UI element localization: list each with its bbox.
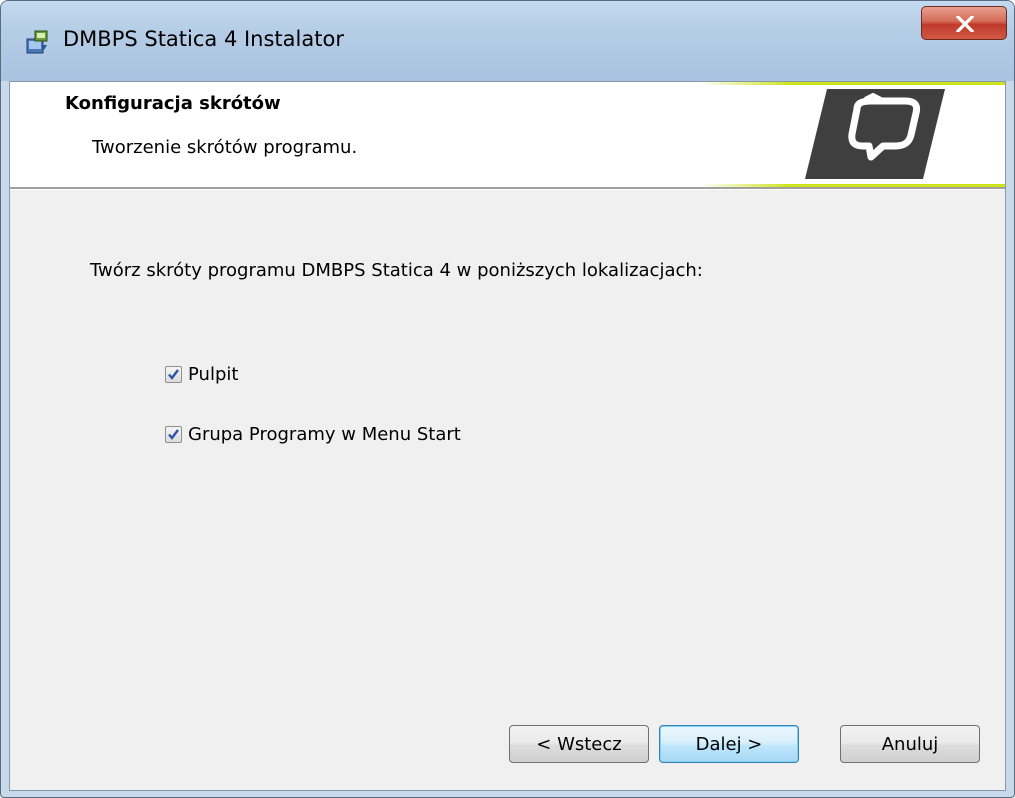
title-bar[interactable]: DMBPS Statica 4 Instalator bbox=[1, 1, 1014, 81]
banner-accent-line-top bbox=[700, 82, 1005, 85]
next-button[interactable]: Dalej > bbox=[659, 725, 799, 763]
option-start-menu[interactable]: Grupa Programy w Menu Start bbox=[165, 422, 461, 446]
checkmark-icon bbox=[168, 368, 179, 380]
instruction-text: Twórz skróty programu DMBPS Statica 4 w … bbox=[90, 260, 703, 281]
page-title: Konfiguracja skrótów bbox=[65, 93, 281, 114]
installer-icon bbox=[25, 29, 51, 55]
dialog-client-area: Konfiguracja skrótów Tworzenie skrótów p… bbox=[9, 81, 1006, 791]
speech-bubble-logo bbox=[805, 89, 945, 179]
back-button[interactable]: < Wstecz bbox=[509, 725, 649, 763]
cancel-button[interactable]: Anuluj bbox=[840, 725, 980, 763]
checkmark-icon bbox=[168, 428, 179, 440]
installer-window: DMBPS Statica 4 Instalator Konfiguracja … bbox=[0, 0, 1015, 798]
close-icon bbox=[956, 16, 974, 32]
desktop-checkbox-label[interactable]: Pulpit bbox=[188, 364, 238, 385]
page-subtitle: Tworzenie skrótów programu. bbox=[92, 137, 358, 158]
desktop-checkbox[interactable] bbox=[165, 365, 182, 383]
close-button[interactable] bbox=[921, 6, 1007, 40]
start-menu-checkbox-label[interactable]: Grupa Programy w Menu Start bbox=[188, 424, 461, 445]
window-title: DMBPS Statica 4 Instalator bbox=[63, 27, 344, 51]
header-separator bbox=[10, 187, 1005, 190]
header-banner: Konfiguracja skrótów Tworzenie skrótów p… bbox=[10, 82, 1005, 187]
start-menu-checkbox[interactable] bbox=[165, 425, 182, 443]
option-desktop[interactable]: Pulpit bbox=[165, 362, 238, 386]
